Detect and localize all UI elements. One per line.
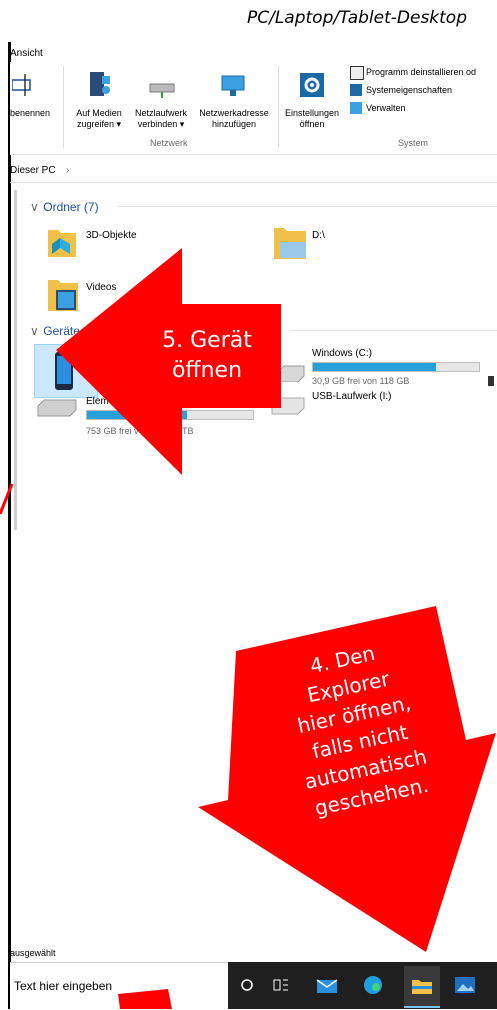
annotation-line: öffnen bbox=[171, 358, 243, 383]
annotation-overlay bbox=[0, 248, 496, 1009]
offscreen-arrow-tail bbox=[118, 989, 172, 1009]
annotation-step5: 5. Gerät öffnen bbox=[140, 326, 274, 386]
offscreen-arrow-tip bbox=[0, 483, 14, 515]
annotation-line: 5. Gerät bbox=[162, 328, 252, 353]
